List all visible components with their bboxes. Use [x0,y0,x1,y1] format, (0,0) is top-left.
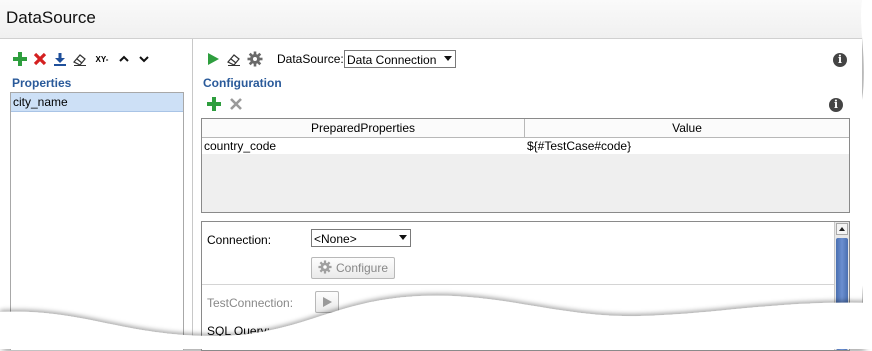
connection-select-value: <None> [314,232,357,246]
configure-label: Configure [335,261,389,275]
properties-label: Properties [12,76,72,90]
window-title: DataSource [6,8,96,27]
list-item[interactable]: city_name [11,93,183,112]
table-cell[interactable]: country_code [202,138,525,154]
move-up-icon[interactable] [116,51,132,67]
datasource-panel: DataSource: Data Connection i Configurat… [193,39,862,351]
connection-panel: Connection: <None> Configure TestConnect… [201,221,850,351]
table-cell[interactable]: ${#TestCase#code} [525,138,849,154]
gear-icon[interactable] [247,51,263,67]
divider [202,284,834,285]
column-header[interactable]: PreparedProperties [202,119,525,137]
run-icon[interactable] [205,51,221,67]
move-down-icon[interactable] [136,51,152,67]
properties-toolbar: XY- [12,51,152,67]
delete-icon[interactable] [32,51,48,67]
xy-icon[interactable]: XY- [92,51,112,67]
scroll-up-icon[interactable] [836,223,848,235]
datasource-window: DataSource XY- Properties city_name Data… [0,0,862,351]
prepared-properties-table: PreparedProperties Value country_code ${… [201,118,850,213]
eraser-icon[interactable] [226,51,242,67]
properties-panel: XY- Properties city_name [0,39,193,350]
vertical-scrollbar[interactable] [834,222,849,350]
scroll-thumb[interactable] [836,238,848,350]
eraser-icon[interactable] [72,51,88,67]
datasource-label: DataSource: [277,52,344,66]
gear-icon [318,259,332,277]
configuration-toolbar [206,96,244,112]
play-icon [323,297,332,307]
configuration-label: Configuration [203,76,282,90]
remove-icon[interactable] [228,96,244,112]
table-row[interactable]: country_code ${#TestCase#code} [202,138,849,154]
title-bar: DataSource [0,0,862,39]
connection-label: Connection: [207,233,272,247]
configure-button[interactable]: Configure [311,257,395,279]
connection-select[interactable]: <None> [311,229,411,247]
chevron-down-icon [399,235,407,240]
table-header: PreparedProperties Value [202,119,849,138]
properties-list[interactable]: city_name [10,92,184,350]
info-icon[interactable]: i [833,53,847,67]
test-connection-button[interactable] [315,291,339,313]
column-header[interactable]: Value [525,119,849,137]
download-icon[interactable] [52,51,68,67]
add-icon[interactable] [206,96,222,112]
test-connection-label: TestConnection: [207,296,294,310]
info-icon[interactable]: i [829,98,843,112]
sql-query-input[interactable]: dd an SQ [310,322,450,338]
datasource-toolbar [205,51,263,67]
datasource-select[interactable]: Data Connection [344,50,456,68]
add-icon[interactable] [12,51,28,67]
sql-query-label: SQL Query: [207,324,270,338]
chevron-down-icon [444,56,452,61]
datasource-select-value: Data Connection [347,53,437,67]
